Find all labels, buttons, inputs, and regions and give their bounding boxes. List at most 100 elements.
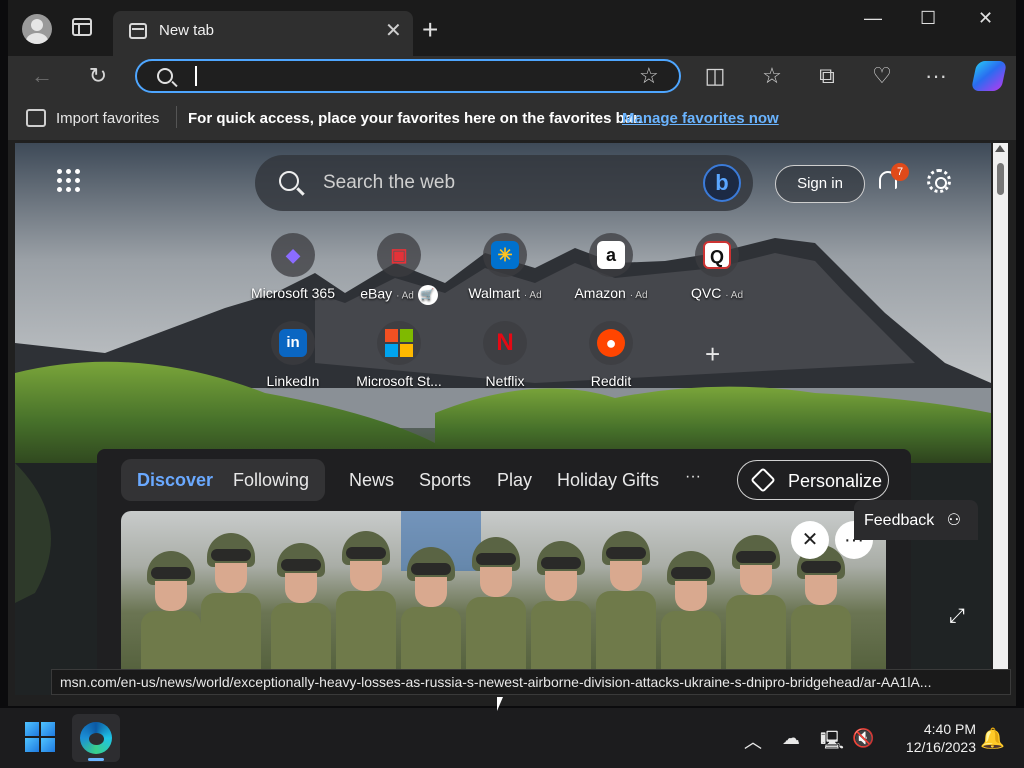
close-window-button[interactable]: ✕ — [978, 8, 993, 29]
quick-link-amazon[interactable]: a Amazon · Ad — [559, 233, 663, 313]
news-story-card[interactable]: ✕ ··· — [121, 511, 886, 695]
quick-link-label: QVC · Ad — [690, 285, 744, 301]
import-icon — [26, 109, 46, 127]
feedback-label: Feedback — [864, 512, 935, 529]
manage-favorites-link[interactable]: Manage favorites now — [622, 110, 779, 127]
feedback-button[interactable]: Feedback ⚇ — [854, 500, 978, 540]
taskbar: ︿ ☁ 🖳 🔇 4:40 PM 12/16/2023 🔔 — [0, 708, 1024, 768]
favorite-star-icon[interactable]: ☆ — [639, 63, 659, 89]
more-tabs-button[interactable]: ··· — [685, 468, 701, 486]
notification-bell-icon[interactable]: 🔔 — [980, 726, 1005, 751]
tab-close-icon[interactable]: ✕ — [385, 19, 402, 43]
personalize-label: Personalize — [788, 471, 883, 491]
copilot-icon[interactable] — [970, 61, 1008, 91]
settings-more-icon[interactable]: ··· — [922, 62, 950, 90]
story-image-soldier — [201, 533, 261, 673]
netflix-icon: N — [483, 321, 527, 365]
quick-link-reddit[interactable]: ● Reddit — [559, 321, 663, 401]
microsoft-store-icon — [377, 321, 421, 365]
scroll-up-arrow-icon[interactable] — [995, 145, 1005, 152]
tab-page-icon — [129, 23, 147, 39]
show-hidden-icons-chevron-icon[interactable]: ︿ — [744, 728, 762, 754]
windows-start-icon[interactable] — [25, 722, 57, 754]
amazon-icon: a — [589, 233, 633, 277]
web-search-box[interactable]: Search the web b — [255, 155, 753, 211]
maximize-button[interactable]: ☐ — [920, 8, 936, 29]
feedback-person-icon: ⚇ — [946, 512, 962, 529]
linkedin-icon: in — [271, 321, 315, 365]
tab-holiday-gifts[interactable]: Holiday Gifts — [557, 470, 659, 491]
story-image-soldier — [596, 531, 656, 671]
collections-icon[interactable]: ⧉ — [813, 62, 841, 90]
shopping-cart-icon: 🛒 — [417, 285, 438, 305]
quick-link-label: eBay · Ad 🛒 — [347, 285, 451, 305]
quick-link-netflix[interactable]: N Netflix — [453, 321, 557, 401]
onedrive-cloud-icon[interactable]: ☁ — [782, 728, 800, 749]
page-scrollbar[interactable] — [993, 143, 1008, 695]
quick-link-microsoft-365[interactable]: ◆ Microsoft 365 — [241, 233, 345, 313]
story-image-soldier — [791, 545, 851, 685]
browser-essentials-icon[interactable]: ♡ — [868, 62, 896, 90]
favorites-message: For quick access, place your favorites h… — [188, 110, 643, 127]
back-button[interactable]: ← — [28, 62, 56, 90]
story-image-soldier — [726, 535, 786, 675]
personalize-button[interactable]: Personalize — [737, 460, 889, 500]
feed-tab-group: Discover Following — [121, 459, 325, 501]
add-quick-link-button[interactable]: + — [705, 339, 720, 370]
new-tab-button[interactable]: + — [422, 16, 438, 44]
bing-chat-icon[interactable]: b — [703, 164, 741, 202]
quick-link-ebay[interactable]: ▣ eBay · Ad 🛒 — [347, 233, 451, 313]
tab-actions-icon[interactable] — [72, 18, 92, 36]
new-tab-page: Search the web b Sign in 7 ◆ Microsoft 3… — [15, 143, 991, 695]
tab-new-tab[interactable]: New tab ✕ — [113, 11, 413, 56]
tab-news[interactable]: News — [349, 470, 394, 491]
expand-icon[interactable]: ⤢ — [949, 605, 965, 628]
story-image-soldier — [141, 551, 201, 691]
walmart-icon: ✳ — [483, 233, 527, 277]
text-caret — [195, 66, 197, 86]
quick-link-walmart[interactable]: ✳ Walmart · Ad — [453, 233, 557, 313]
search-placeholder: Search the web — [323, 172, 456, 193]
refresh-button[interactable]: ↻ — [84, 62, 112, 90]
tab-following[interactable]: Following — [233, 470, 309, 491]
dismiss-story-close-icon[interactable]: ✕ — [791, 521, 829, 559]
clock-date: 12/16/2023 — [905, 739, 976, 755]
tab-sports[interactable]: Sports — [419, 470, 471, 491]
quick-link-label: Reddit — [590, 373, 632, 389]
clock[interactable]: 4:40 PM 12/16/2023 — [890, 720, 976, 756]
import-favorites-button[interactable]: Import favorites — [56, 110, 159, 127]
quick-link-qvc[interactable]: Q QVC · Ad — [665, 233, 769, 313]
minimize-button[interactable]: — — [864, 8, 882, 29]
edge-taskbar-button[interactable] — [72, 714, 120, 762]
reddit-icon: ● — [589, 321, 633, 365]
notifications-bell-icon[interactable]: 7 — [877, 163, 909, 193]
divider — [176, 106, 177, 128]
story-image-soldier — [336, 531, 396, 671]
browser-window: New tab ✕ + — ☐ ✕ ← ↻ ☆ ◫ ☆ ⧉ ♡ ··· Impo… — [8, 0, 1016, 706]
quick-link-label: Microsoft St... — [356, 373, 442, 389]
mouse-cursor-icon — [497, 697, 503, 711]
link-status-bar: msn.com/en-us/news/world/exceptionally-h… — [51, 669, 1011, 695]
split-screen-icon[interactable]: ◫ — [701, 62, 729, 90]
page-settings-gear-icon[interactable] — [927, 169, 951, 193]
notification-badge: 7 — [891, 163, 909, 181]
tab-play[interactable]: Play — [497, 470, 532, 491]
quick-link-microsoft-store[interactable]: Microsoft St... — [347, 321, 451, 401]
scrollbar-thumb[interactable] — [997, 163, 1004, 195]
volume-muted-icon[interactable]: 🔇 — [852, 728, 874, 749]
story-image-soldier — [661, 551, 721, 691]
qvc-icon: Q — [695, 233, 739, 277]
tab-discover[interactable]: Discover — [137, 470, 213, 491]
address-input[interactable] — [199, 65, 619, 87]
search-icon — [157, 68, 173, 84]
quick-link-linkedin[interactable]: in LinkedIn — [241, 321, 345, 401]
address-bar[interactable]: ☆ — [135, 59, 681, 93]
story-image-soldier — [271, 543, 331, 683]
favorites-icon[interactable]: ☆ — [758, 62, 786, 90]
apps-launcher-icon[interactable] — [57, 169, 81, 193]
sign-in-button[interactable]: Sign in — [775, 165, 865, 203]
personalize-icon — [750, 467, 776, 493]
tab-title: New tab — [159, 22, 215, 39]
profile-avatar-icon[interactable] — [22, 14, 52, 44]
network-icon[interactable]: 🖳 — [820, 728, 844, 758]
